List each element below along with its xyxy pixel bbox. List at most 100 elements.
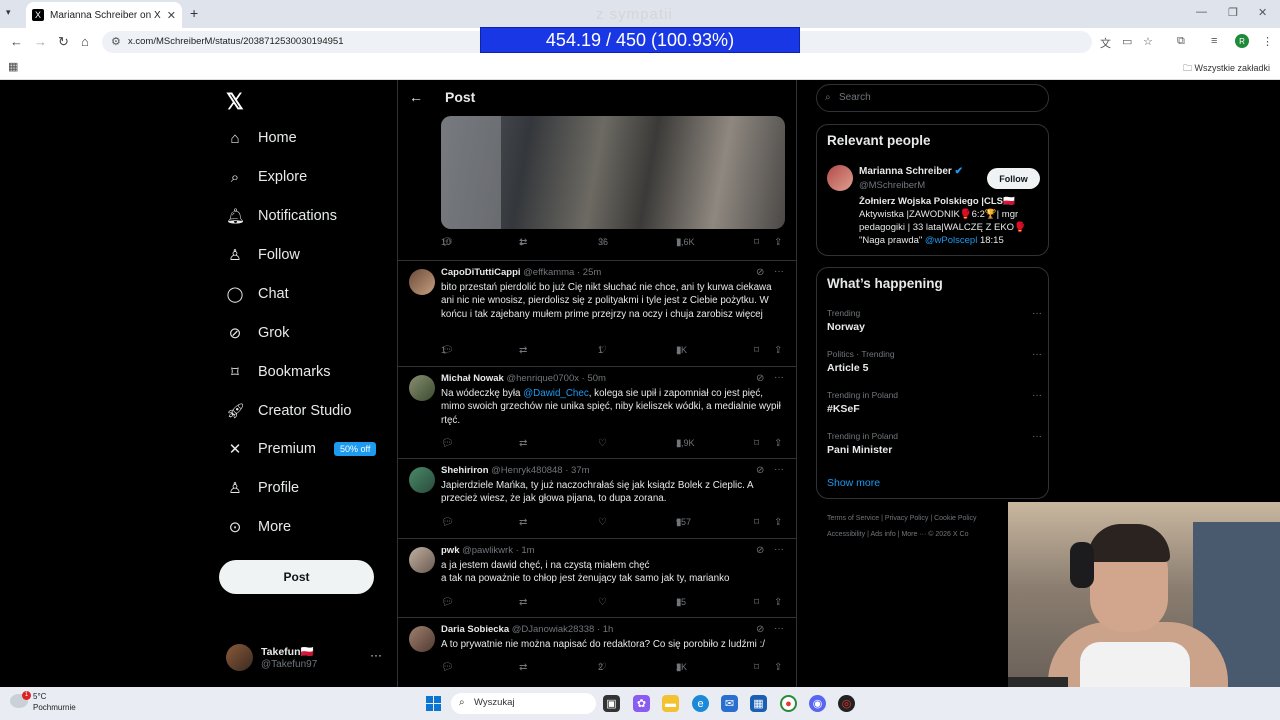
person-name[interactable]: Marianna Schreiber ✔ [859, 166, 963, 177]
search-input[interactable]: ⌕ Search [816, 84, 1049, 112]
task-view-icon[interactable]: ▣ [603, 695, 620, 712]
account-switcher[interactable]: Takefun🇵🇱 @Takefun97 ··· [226, 644, 386, 672]
forward-icon[interactable]: → [34, 34, 47, 49]
new-tab-icon[interactable]: + [190, 5, 198, 21]
avatar[interactable] [409, 626, 435, 652]
weather-widget[interactable]: 1 5°C Pochmurnie [10, 691, 76, 713]
reply-icon: 💬︎ [441, 597, 454, 608]
taskbar-search-input[interactable]: ⌕ Wyszukaj [451, 693, 596, 714]
nav-more[interactable]: ⊙ More [226, 514, 291, 540]
more-dots-icon[interactable]: ··· [774, 623, 784, 634]
reply-tweet[interactable]: pwk @pawlikwrk · 1m ⊘ ··· a ja jestem daw… [398, 538, 796, 617]
nav-home[interactable]: ⌂ Home [226, 125, 296, 151]
reply-tweet[interactable]: CapoDiTuttiCappi @effkamma · 25m ⊘ ··· bi… [398, 260, 796, 366]
cast-icon[interactable]: ▭ [1122, 35, 1132, 48]
premium-discount-badge: 50% off [334, 442, 377, 456]
donation-counter: 454.19 / 450 (100.93%) [480, 27, 800, 53]
maximize-icon[interactable]: ❐ [1228, 6, 1238, 19]
outlook-icon[interactable]: ✉ [721, 695, 738, 712]
tab-list-dropdown-icon[interactable]: ▾ [6, 7, 11, 18]
post-video[interactable] [441, 116, 785, 229]
apps-grid-icon[interactable]: ▦ [8, 60, 18, 73]
reply-tweet[interactable]: Michał Nowak @henrique0700x · 50m ⊘ ··· N… [398, 366, 796, 458]
more-dots-icon[interactable]: ··· [774, 372, 784, 383]
home-browser-icon[interactable]: ⌂ [81, 34, 89, 49]
nav-bookmarks[interactable]: ⌑ Bookmarks [226, 359, 330, 385]
bookmark-icon: ⌑ [754, 597, 760, 608]
translate-icon[interactable]: 文 [1100, 35, 1111, 51]
more-dots-icon[interactable]: ··· [1032, 431, 1042, 442]
nav-chat[interactable]: ◯ Chat [226, 281, 289, 307]
grok-icon: ⊘ [228, 325, 242, 342]
minimize-icon[interactable]: — [1196, 6, 1207, 18]
trend-item[interactable]: Trending in Poland #KSeF ··· [827, 390, 1042, 415]
reply-tweet[interactable]: Shehiriron @Henryk480848 · 37m ⊘ ··· Japi… [398, 458, 796, 538]
nav-follow[interactable]: ♙ Follow [226, 242, 300, 268]
start-icon[interactable] [426, 696, 441, 711]
more-dots-icon[interactable]: ··· [370, 648, 382, 662]
grok-icon[interactable]: ⊘ [756, 373, 764, 384]
edge-icon[interactable]: e [692, 695, 709, 712]
avatar[interactable] [409, 467, 435, 493]
nav-profile[interactable]: ♙ Profile [226, 475, 299, 501]
reload-icon[interactable]: ↻ [58, 34, 69, 50]
show-more-link[interactable]: Show more [827, 477, 880, 489]
close-window-icon[interactable]: ✕ [1258, 6, 1267, 19]
nav-grok[interactable]: ⊘ Grok [226, 320, 290, 346]
profile-avatar[interactable]: R [1235, 34, 1249, 48]
trend-item[interactable]: Trending in Poland Pani Minister ··· [827, 431, 1042, 456]
more-dots-icon[interactable]: ··· [1032, 308, 1042, 319]
page-title: Post [445, 89, 476, 105]
chrome-icon[interactable]: ● [780, 695, 797, 712]
all-bookmarks-link[interactable]: 🗀 Wszystkie zakładki [1183, 61, 1270, 77]
store-icon[interactable]: ▦ [750, 695, 767, 712]
more-dots-icon[interactable]: ··· [1032, 390, 1042, 401]
nav-explore[interactable]: ⌕ Explore [226, 164, 307, 190]
mention-link[interactable]: @wPolscepl [925, 235, 977, 246]
more-dots-icon[interactable]: ··· [774, 544, 784, 555]
back-arrow-icon[interactable]: ← [409, 89, 423, 105]
nav-notifications[interactable]: 🔔︎ Notifications [226, 203, 337, 229]
obs-icon[interactable]: ◎ [838, 695, 855, 712]
grok-icon[interactable]: ⊘ [756, 545, 764, 556]
footer-links[interactable]: Terms of Service | Privacy Policy | Cook… [827, 515, 977, 522]
menu-icon[interactable]: ⋮ [1262, 35, 1273, 48]
more-dots-icon[interactable]: ··· [774, 464, 784, 475]
search-icon: ⌕ [230, 168, 240, 186]
tweet-text: Na wódeczkę była @Dawid_Chec, kolega sie… [441, 388, 781, 426]
grok-icon[interactable]: ⊘ [756, 267, 764, 278]
tweet-text: bito przestań pierdolić bo już Cię nikt … [441, 282, 772, 320]
more-dots-icon[interactable]: ··· [1032, 349, 1042, 360]
trend-item[interactable]: Politics · Trending Article 5 ··· [827, 349, 1042, 374]
post-button[interactable]: Post [219, 560, 374, 594]
person-add-icon: ♙ [228, 247, 242, 264]
grok-icon[interactable]: ⊘ [756, 465, 764, 476]
extensions-icon[interactable]: ⧉ [1177, 35, 1185, 48]
share-icon: ⇪ [774, 345, 783, 356]
share-icon: ⇪ [774, 517, 783, 528]
media-icon[interactable]: ≡ [1211, 35, 1217, 47]
avatar[interactable] [409, 375, 435, 401]
back-icon[interactable]: ← [10, 34, 23, 49]
browser-tab[interactable]: X Marianna Schreiber on X: "A kto ✕ [26, 2, 182, 28]
copilot-icon[interactable]: ✿ [633, 695, 650, 712]
reply-tweet[interactable]: Daria Sobiecka @DJanowiak28338 · 1h ⊘ ···… [398, 617, 796, 687]
avatar[interactable] [827, 165, 853, 191]
footer-links[interactable]: Accessibility | Ads info | More ··· © 20… [827, 531, 968, 538]
trend-item[interactable]: Trending Norway ··· [827, 308, 1042, 333]
nav-premium[interactable]: ✕ Premium 50% off [226, 436, 377, 462]
site-info-icon[interactable]: ⚙ [111, 35, 121, 48]
follow-button[interactable]: Follow [987, 168, 1040, 189]
file-explorer-icon[interactable]: ▬ [662, 695, 679, 712]
search-icon: ⌕ [459, 697, 465, 708]
more-dots-icon[interactable]: ··· [774, 266, 784, 277]
bookmark-star-icon[interactable]: ☆ [1143, 35, 1153, 48]
x-logo-icon[interactable]: 𝕏 [226, 89, 244, 115]
avatar[interactable] [409, 547, 435, 573]
discord-icon[interactable]: ◉ [809, 695, 826, 712]
mention-link[interactable]: @Dawid_Chec [523, 388, 589, 399]
close-tab-icon[interactable]: ✕ [167, 9, 176, 22]
avatar[interactable] [409, 269, 435, 295]
grok-icon[interactable]: ⊘ [756, 624, 764, 635]
nav-creator-studio[interactable]: 🚀︎ Creator Studio [226, 398, 352, 424]
